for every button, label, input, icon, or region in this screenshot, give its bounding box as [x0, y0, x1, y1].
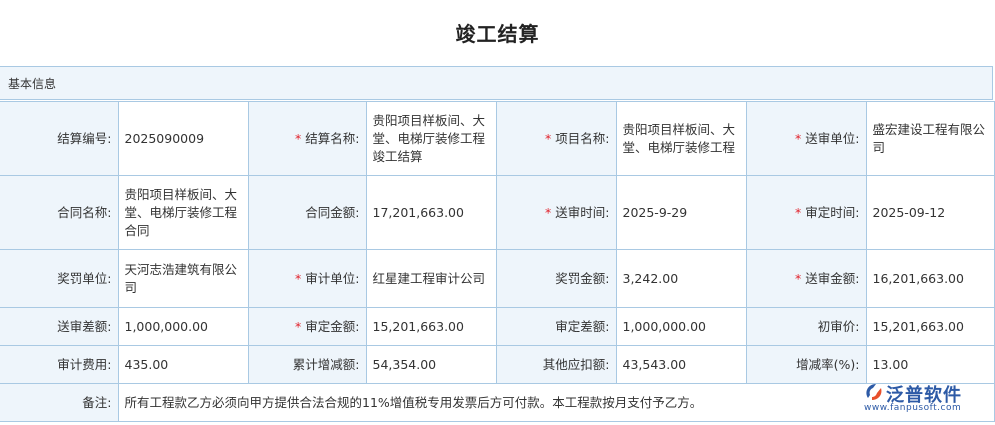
value-approve-time: 2025-09-12 [865, 175, 995, 250]
label-audit-fee: 审计费用: [0, 345, 119, 384]
watermark-logo: 泛普软件 www.fanpusoft.com [862, 378, 992, 416]
label-submit-unit: * 送审单位: [745, 101, 867, 176]
value-reward-unit: 天河志浩建筑有限公司 [117, 249, 249, 308]
label-approve-diff: 审定差额: [495, 307, 617, 346]
label-reward-unit: 奖罚单位: [0, 249, 119, 308]
required-mark: * [295, 270, 302, 286]
label-submit-amount: * 送审金额: [745, 249, 867, 308]
value-contract-name: 贵阳项目样板间、大堂、电梯厅装修工程合同 [117, 175, 249, 250]
label-submit-time: * 送审时间: [495, 175, 617, 250]
required-mark: * [545, 130, 552, 146]
value-submit-time: 2025-9-29 [615, 175, 747, 250]
required-mark: * [295, 318, 302, 334]
label-other-deduct: 其他应扣额: [495, 345, 617, 384]
label-approve-amount: * 审定金额: [247, 307, 367, 346]
label-change-rate: 增减率(%): [745, 345, 867, 384]
required-mark: * [795, 130, 802, 146]
value-submit-diff: 1,000,000.00 [117, 307, 249, 346]
section-header-basic-info: 基本信息 [0, 66, 993, 100]
value-approve-amount: 15,201,663.00 [365, 307, 497, 346]
value-contract-amount: 17,201,663.00 [365, 175, 497, 250]
settlement-form: 结算编号: 2025090009 * 结算名称: 贵阳项目样板间、大堂、电梯厅装修… [0, 101, 995, 422]
label-settle-name: * 结算名称: [247, 101, 367, 176]
value-settle-name: 贵阳项目样板间、大堂、电梯厅装修工程竣工结算 [365, 101, 497, 176]
required-mark: * [545, 204, 552, 220]
label-submit-diff: 送审差额: [0, 307, 119, 346]
label-remark: 备注: [0, 383, 119, 422]
value-settle-no: 2025090009 [117, 101, 249, 176]
value-submit-amount: 16,201,663.00 [865, 249, 995, 308]
value-other-deduct: 43,543.00 [615, 345, 747, 384]
value-submit-unit: 盛宏建设工程有限公司 [865, 101, 995, 176]
label-settle-no: 结算编号: [0, 101, 119, 176]
value-project-name: 贵阳项目样板间、大堂、电梯厅装修工程 [615, 101, 747, 176]
required-mark: * [795, 204, 802, 220]
label-contract-name: 合同名称: [0, 175, 119, 250]
label-contract-amount: 合同金额: [247, 175, 367, 250]
value-approve-diff: 1,000,000.00 [615, 307, 747, 346]
value-audit-unit: 红星建工程审计公司 [365, 249, 497, 308]
value-cum-change: 54,354.00 [365, 345, 497, 384]
value-initial-price: 15,201,663.00 [865, 307, 995, 346]
page-title: 竣工结算 [455, 22, 540, 46]
brand-logo-icon [866, 384, 882, 400]
label-audit-unit: * 审计单位: [247, 249, 367, 308]
label-cum-change: 累计增减额: [247, 345, 367, 384]
label-approve-time: * 审定时间: [745, 175, 867, 250]
required-mark: * [795, 270, 802, 286]
value-audit-fee: 435.00 [117, 345, 249, 384]
label-initial-price: 初审价: [745, 307, 867, 346]
label-project-name: * 项目名称: [495, 101, 617, 176]
required-mark: * [295, 130, 302, 146]
label-reward-amount: 奖罚金额: [495, 249, 617, 308]
watermark-url: www.fanpusoft.com [864, 403, 962, 413]
value-reward-amount: 3,242.00 [615, 249, 747, 308]
